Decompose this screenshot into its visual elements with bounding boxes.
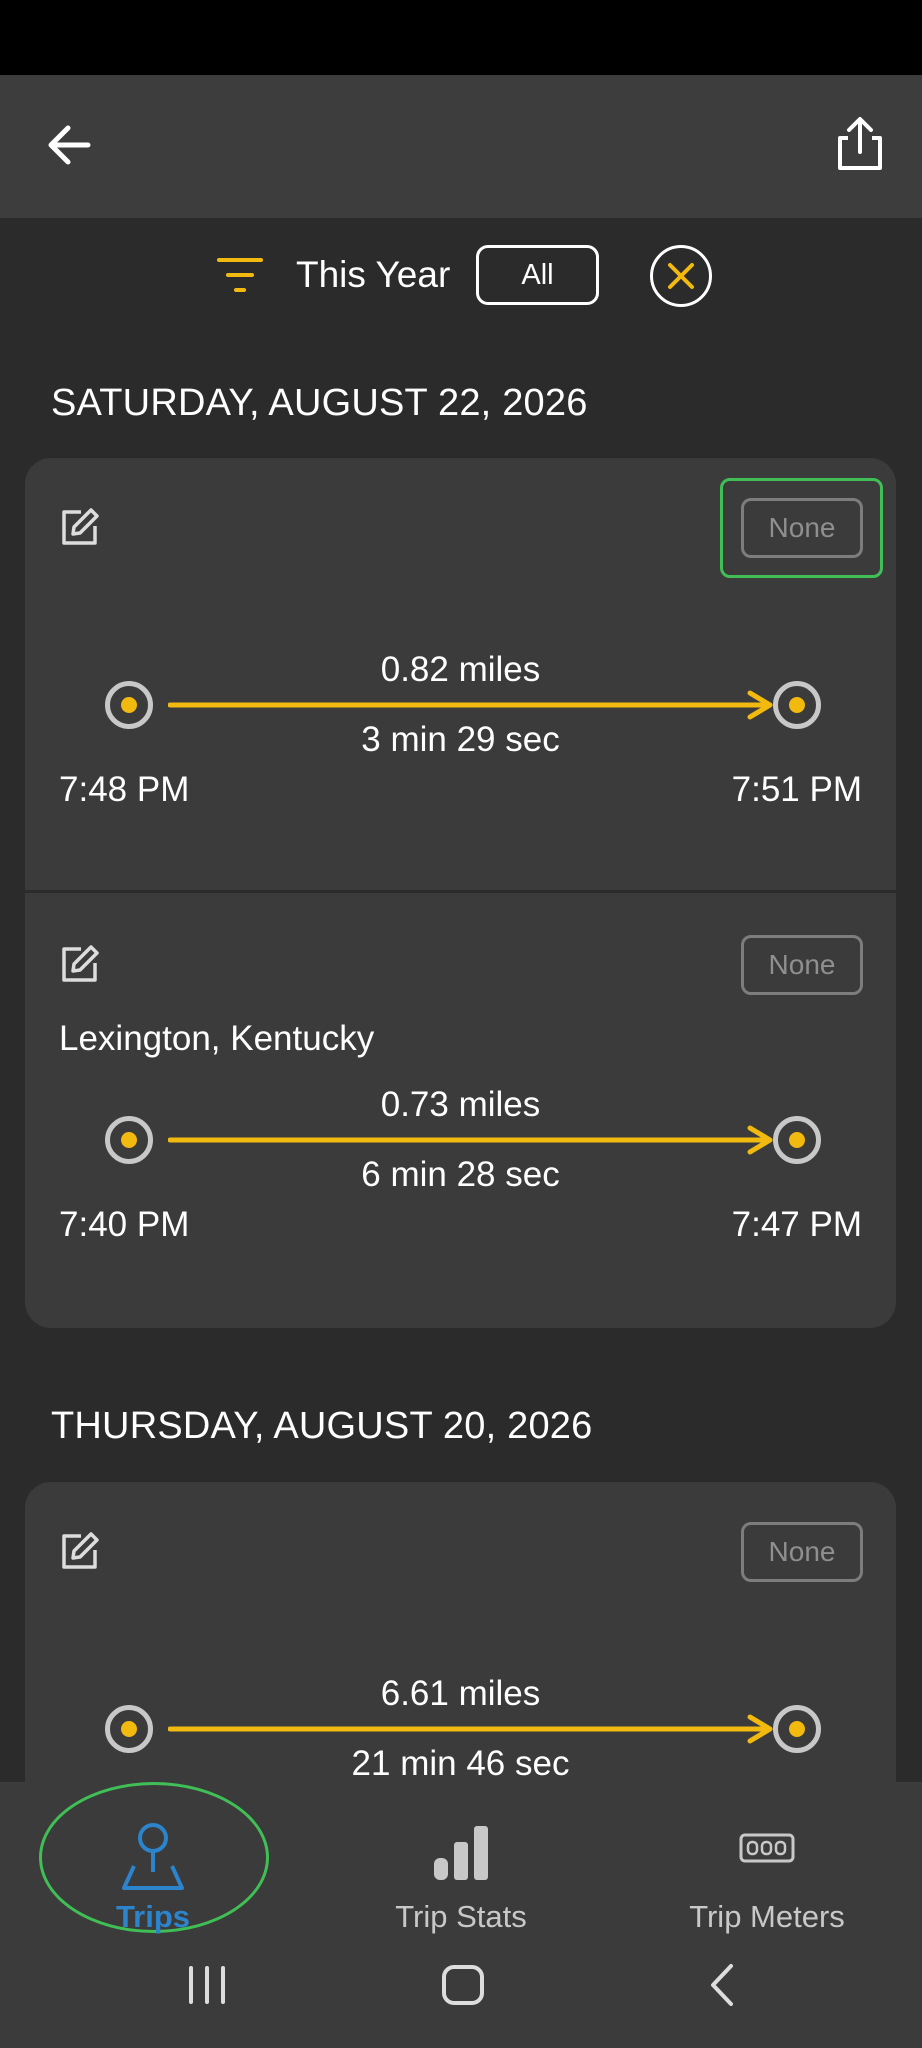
category-badge[interactable]: None (741, 498, 863, 558)
category-badge[interactable]: None (741, 935, 863, 995)
trip-start-time: 7:40 PM (59, 1205, 190, 1244)
trip-end-time: 7:51 PM (731, 770, 862, 809)
period-filter-label[interactable]: This Year (296, 250, 450, 300)
filter-icon[interactable] (215, 255, 267, 295)
trip-card[interactable]: None 6.61 miles 21 min 46 sec (25, 1482, 896, 1782)
trip-end-time: 7:47 PM (731, 1205, 862, 1244)
nav-tab-trips[interactable]: Trips (3, 1802, 303, 1934)
trip-card[interactable]: None Lexington, Kentucky 0.73 miles 6 mi… (25, 893, 896, 1328)
category-filter-button[interactable]: All (476, 245, 599, 305)
trip-distance: 0.82 miles (380, 650, 541, 689)
system-back-icon[interactable] (703, 1960, 743, 2010)
nav-label: Trip Meters (689, 1899, 845, 1934)
trip-duration: 21 min 46 sec (351, 1744, 570, 1782)
trip-location: Lexington, Kentucky (59, 1019, 375, 1058)
clear-filter-button[interactable] (650, 245, 712, 307)
close-icon (668, 263, 694, 289)
share-button[interactable] (830, 112, 890, 176)
filter-bar: This Year All (0, 242, 922, 308)
map-pin-icon (122, 1823, 184, 1890)
route-arrow-icon (168, 1125, 773, 1155)
route-arrow-icon (168, 1714, 773, 1744)
category-badge[interactable]: None (741, 1522, 863, 1582)
system-nav-bar (0, 1940, 922, 2040)
arrow-left-icon (48, 125, 91, 165)
back-button[interactable] (40, 115, 100, 175)
home-icon[interactable] (440, 1960, 486, 2010)
date-header: THURSDAY, AUGUST 20, 2026 (51, 1405, 593, 1447)
app-bar (0, 75, 922, 218)
trip-group: None 6.61 miles 21 min 46 sec (25, 1482, 896, 1782)
share-icon (838, 117, 882, 170)
recents-icon[interactable] (185, 1960, 229, 2010)
nav-label: Trip Stats (395, 1899, 527, 1934)
route-arrow-icon (168, 690, 773, 720)
edit-icon[interactable] (59, 506, 101, 548)
trip-card[interactable]: None 0.82 miles 3 min 29 sec 7:48 PM 7:5… (25, 458, 896, 890)
nav-tab-trip-stats[interactable]: Trip Stats (311, 1802, 611, 1934)
odometer-icon (739, 1833, 795, 1863)
trip-duration: 3 min 29 sec (361, 720, 560, 759)
trip-group: None 0.82 miles 3 min 29 sec 7:48 PM 7:5… (25, 458, 896, 1328)
nav-tab-trip-meters[interactable]: Trip Meters (617, 1802, 917, 1934)
edit-icon[interactable] (59, 1530, 101, 1572)
nav-label: Trips (115, 1899, 191, 1934)
trip-distance: 6.61 miles (380, 1674, 541, 1713)
trip-duration: 6 min 28 sec (361, 1155, 560, 1194)
date-header: SATURDAY, AUGUST 22, 2026 (51, 382, 588, 424)
edit-icon[interactable] (59, 943, 101, 985)
trip-start-time: 7:48 PM (59, 770, 190, 809)
bar-chart-icon (434, 1826, 488, 1880)
trip-distance: 0.73 miles (380, 1085, 541, 1124)
status-bar (0, 0, 922, 75)
